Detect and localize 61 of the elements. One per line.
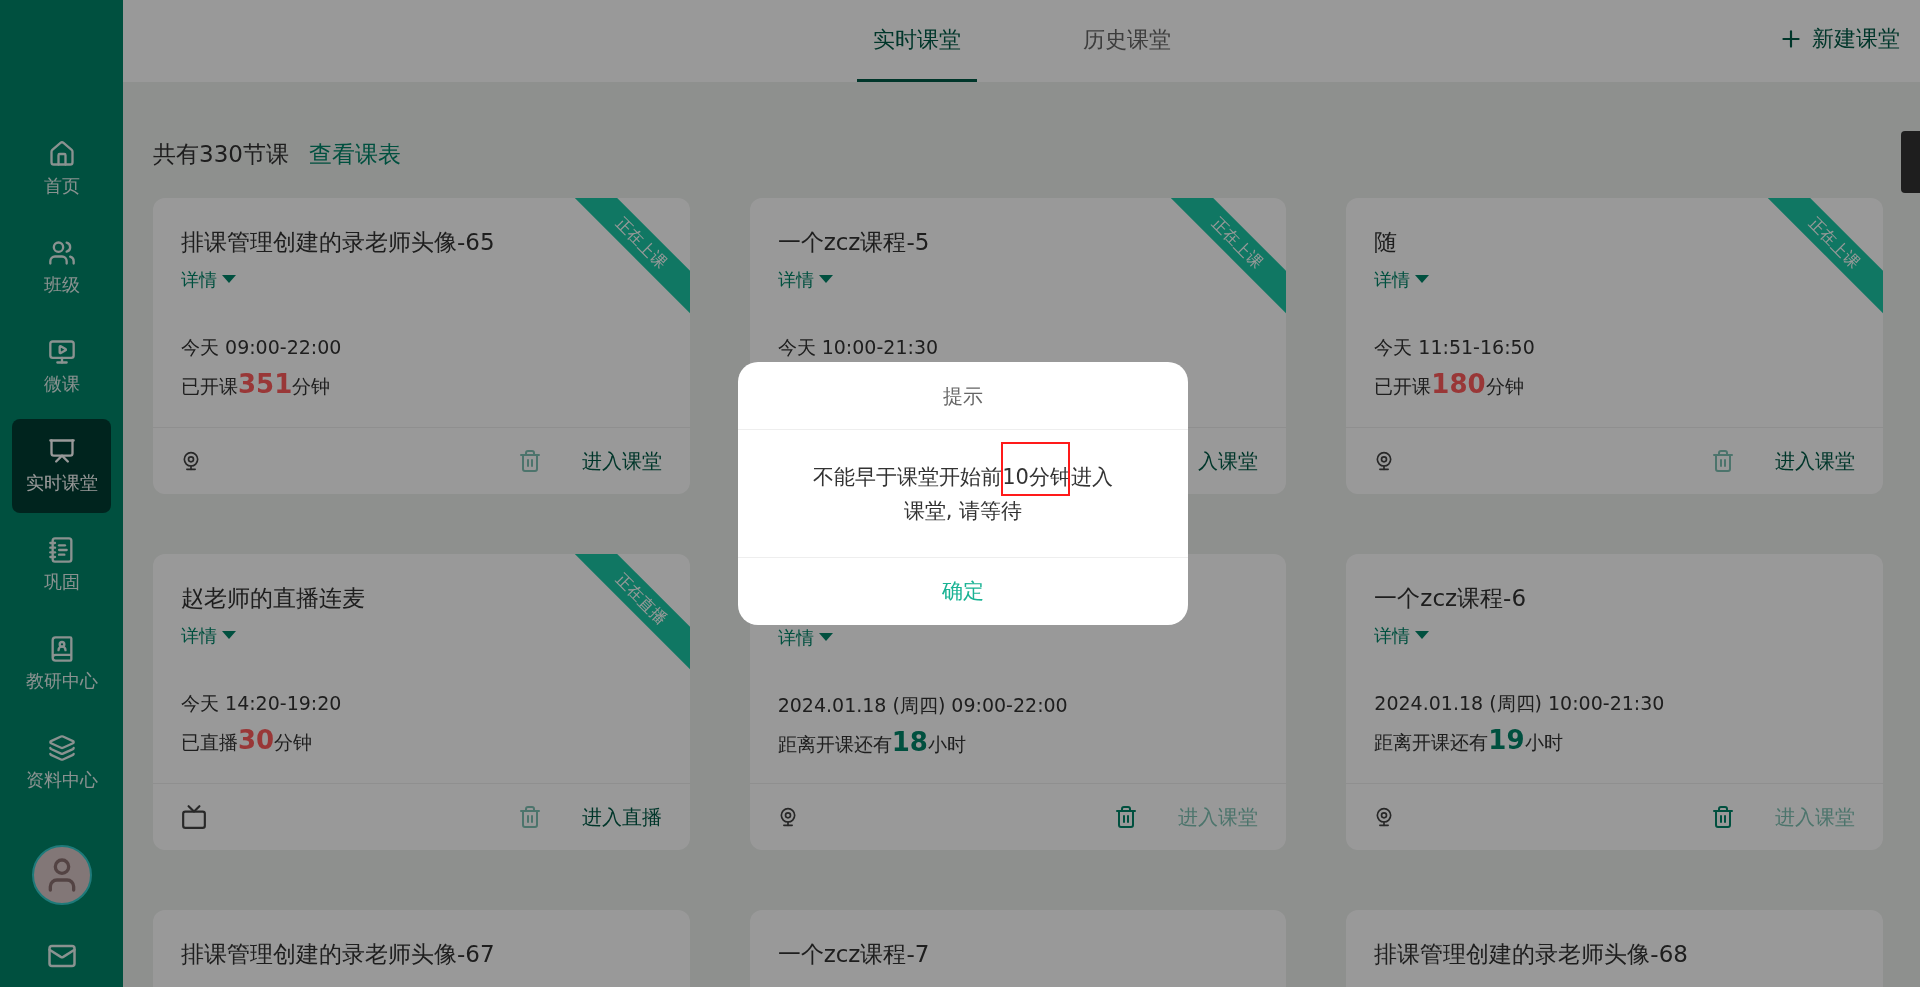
enter-button[interactable]: 进入直播 [581, 801, 662, 832]
dialog-title: 提示 [738, 362, 1188, 430]
details-toggle[interactable]: 详情 [1374, 621, 1431, 649]
course-title: 排课管理创建的录老师头像-65 [181, 227, 495, 257]
layers-icon [47, 733, 76, 762]
course-progress: 已开课180分钟 [1374, 368, 1525, 401]
details-toggle[interactable]: 详情 [777, 265, 834, 293]
details-toggle[interactable]: 详情 [181, 265, 237, 293]
caret-icon [817, 274, 834, 284]
sidebar-item[interactable]: 班级 [12, 221, 111, 315]
caret-icon [1414, 630, 1431, 640]
caret-icon [221, 274, 237, 284]
sidebar-item[interactable]: 微课 [12, 320, 111, 414]
course-time: 今天 14:20-19:20 [181, 690, 343, 716]
enter-button[interactable]: 进入课堂 [1775, 445, 1855, 476]
course-title: 排课管理创建的录老师头像-68 [1374, 939, 1688, 969]
details-toggle[interactable]: 详情 [181, 621, 237, 649]
caret-icon [1414, 274, 1431, 284]
lesson-count: 共有330节课 [153, 140, 289, 169]
enter-button[interactable]: 入课堂 [1198, 445, 1259, 476]
enter-button[interactable]: 进入课堂 [581, 445, 662, 476]
course-time: 今天 11:51-16:50 [1374, 334, 1536, 360]
course-time: 今天 09:00-22:00 [181, 334, 343, 360]
course-title: 赵老师的直播连麦 [181, 583, 365, 613]
sidebar-item[interactable]: 教研中心 [12, 617, 111, 711]
details-toggle[interactable]: 详情 [1374, 265, 1431, 293]
people-icon [47, 238, 76, 267]
course-progress: 已开课351分钟 [181, 368, 332, 401]
trash-icon[interactable] [1711, 804, 1735, 829]
course-progress: 已直播30分钟 [181, 724, 314, 757]
course-progress: 距离开课还有18小时 [777, 726, 967, 759]
highlight-rectangle [1001, 442, 1070, 496]
webcam-icon [181, 450, 201, 471]
house-icon [47, 139, 76, 168]
sidebar-item[interactable]: 巩固 [12, 518, 111, 612]
notebook-icon [47, 535, 76, 564]
course-time: 2024.01.18 (周四) 09:00-22:00 [777, 692, 1069, 718]
board-icon [47, 436, 76, 465]
course-title: 一个zcz课程-7 [777, 939, 930, 969]
trash-icon[interactable] [1114, 804, 1139, 829]
tab[interactable]: 实时课堂 [856, 0, 977, 82]
course-progress: 距离开课还有19小时 [1374, 724, 1564, 757]
tv-icon [181, 803, 207, 830]
details-toggle[interactable]: 详情 [777, 623, 834, 651]
confirm-button[interactable]: 确定 [738, 558, 1188, 625]
course-time: 2024.01.18 (周四) 10:00-21:30 [1374, 690, 1666, 716]
course-time: 今天 10:00-21:30 [777, 334, 940, 360]
course-title: 排课管理创建的录老师头像-67 [181, 939, 495, 969]
sidebar-item[interactable]: 实时课堂 [12, 419, 111, 513]
sidebar-item[interactable]: 首页 [12, 122, 111, 216]
sidebar-item[interactable]: 资料中心 [12, 716, 111, 810]
caret-icon [221, 630, 237, 640]
course-title: 一个zcz课程-5 [777, 227, 930, 257]
play-screen-icon [47, 337, 76, 366]
schedule-link[interactable]: 查看课表 [308, 137, 401, 172]
caret-icon [817, 632, 834, 642]
tab[interactable]: 历史课堂 [1066, 0, 1187, 82]
new-class-button[interactable]: 新建课堂 [1778, 22, 1900, 55]
course-title: 一个zcz课程-6 [1374, 583, 1527, 613]
course-title: 随 [1374, 227, 1398, 257]
side-panel-handle[interactable] [1901, 131, 1920, 193]
